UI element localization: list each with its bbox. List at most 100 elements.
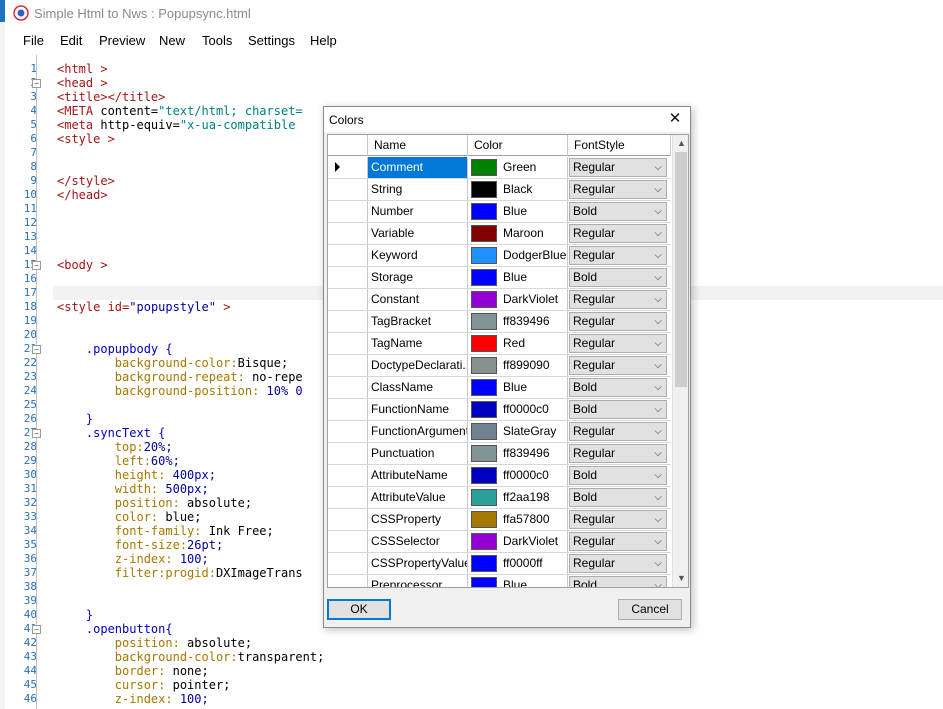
- close-icon[interactable]: ✕: [666, 110, 684, 128]
- name-cell[interactable]: AttributeValue: [368, 487, 468, 508]
- color-row[interactable]: Preprocessor Blue Bold ⌵: [328, 575, 671, 587]
- fontstyle-dropdown[interactable]: Regular ⌵: [569, 180, 667, 199]
- fontstyle-dropdown[interactable]: Regular ⌵: [569, 312, 667, 331]
- name-cell[interactable]: Variable: [368, 223, 468, 244]
- chevron-down-icon[interactable]: ⌵: [649, 181, 666, 198]
- color-swatch[interactable]: [471, 313, 497, 330]
- color-cell[interactable]: Blue: [468, 575, 568, 587]
- color-swatch[interactable]: [471, 379, 497, 396]
- color-swatch[interactable]: [471, 159, 497, 176]
- color-cell[interactable]: Blue: [468, 267, 568, 288]
- row-selector[interactable]: [328, 377, 368, 398]
- fontstyle-dropdown[interactable]: Regular ⌵: [569, 290, 667, 309]
- menu-edit[interactable]: Edit: [60, 33, 82, 48]
- color-cell[interactable]: ff839496: [468, 311, 568, 332]
- color-cell[interactable]: Blue: [468, 201, 568, 222]
- name-cell[interactable]: CSSSelector: [368, 531, 468, 552]
- row-selector[interactable]: [328, 443, 368, 464]
- menu-file[interactable]: File: [23, 33, 44, 48]
- fold-toggle-icon[interactable]: −: [32, 79, 41, 88]
- row-selector[interactable]: [328, 311, 368, 332]
- color-swatch[interactable]: [471, 247, 497, 264]
- color-row[interactable]: CSSProperty ffa57800 Regular ⌵: [328, 509, 671, 531]
- fold-toggle-icon[interactable]: −: [32, 345, 41, 354]
- color-row[interactable]: CSSPropertyValue ff0000ff Regular ⌵: [328, 553, 671, 575]
- row-selector[interactable]: [328, 245, 368, 266]
- color-cell[interactable]: ff899090: [468, 355, 568, 376]
- chevron-down-icon[interactable]: ⌵: [649, 511, 666, 528]
- color-row[interactable]: TagName Red Regular ⌵: [328, 333, 671, 355]
- color-cell[interactable]: Blue: [468, 377, 568, 398]
- color-cell[interactable]: DodgerBlue: [468, 245, 568, 266]
- column-header-name[interactable]: Name: [368, 135, 468, 156]
- color-row[interactable]: DoctypeDeclarati... ff899090 Regular ⌵: [328, 355, 671, 377]
- row-selector[interactable]: [328, 289, 368, 310]
- fontstyle-dropdown[interactable]: Regular ⌵: [569, 356, 667, 375]
- color-row[interactable]: TagBracket ff839496 Regular ⌵: [328, 311, 671, 333]
- fold-toggle-icon[interactable]: −: [32, 625, 41, 634]
- row-selector[interactable]: [328, 179, 368, 200]
- color-cell[interactable]: ff2aa198: [468, 487, 568, 508]
- row-selector[interactable]: [328, 223, 368, 244]
- name-cell[interactable]: FunctionArgument: [368, 421, 468, 442]
- fontstyle-dropdown[interactable]: Bold ⌵: [569, 202, 667, 221]
- ok-button[interactable]: OK: [327, 599, 391, 620]
- color-swatch[interactable]: [471, 489, 497, 506]
- chevron-down-icon[interactable]: ⌵: [649, 423, 666, 440]
- color-cell[interactable]: ff0000c0: [468, 399, 568, 420]
- name-cell[interactable]: DoctypeDeclarati...: [368, 355, 468, 376]
- fontstyle-dropdown[interactable]: Bold ⌵: [569, 466, 667, 485]
- color-swatch[interactable]: [471, 577, 497, 587]
- color-row[interactable]: Punctuation ff839496 Regular ⌵: [328, 443, 671, 465]
- name-cell[interactable]: Punctuation: [368, 443, 468, 464]
- color-swatch[interactable]: [471, 225, 497, 242]
- color-row[interactable]: Variable Maroon Regular ⌵: [328, 223, 671, 245]
- code-text[interactable]: <html > <head > <title></title> <META conte…: [57, 62, 324, 706]
- name-cell[interactable]: AttributeName: [368, 465, 468, 486]
- color-swatch[interactable]: [471, 511, 497, 528]
- name-cell[interactable]: Keyword: [368, 245, 468, 266]
- color-cell[interactable]: ff0000c0: [468, 465, 568, 486]
- menu-help[interactable]: Help: [310, 33, 337, 48]
- color-cell[interactable]: DarkViolet: [468, 531, 568, 552]
- row-selector[interactable]: [328, 355, 368, 376]
- name-cell[interactable]: Number: [368, 201, 468, 222]
- fontstyle-dropdown[interactable]: Regular ⌵: [569, 422, 667, 441]
- row-selector[interactable]: [328, 509, 368, 530]
- fontstyle-dropdown[interactable]: Bold ⌵: [569, 488, 667, 507]
- name-cell[interactable]: Comment: [368, 157, 468, 178]
- name-cell[interactable]: Storage: [368, 267, 468, 288]
- menu-new[interactable]: New: [159, 33, 185, 48]
- menu-tools[interactable]: Tools: [202, 33, 232, 48]
- color-row[interactable]: ClassName Blue Bold ⌵: [328, 377, 671, 399]
- name-cell[interactable]: ClassName: [368, 377, 468, 398]
- scroll-down-icon[interactable]: ▼: [673, 570, 688, 587]
- fontstyle-dropdown[interactable]: Bold ⌵: [569, 268, 667, 287]
- fontstyle-dropdown[interactable]: Regular ⌵: [569, 510, 667, 529]
- fontstyle-dropdown[interactable]: Regular ⌵: [569, 224, 667, 243]
- row-selector[interactable]: [328, 399, 368, 420]
- chevron-down-icon[interactable]: ⌵: [649, 225, 666, 242]
- row-selector[interactable]: [328, 553, 368, 574]
- column-header-color[interactable]: Color: [468, 135, 568, 156]
- color-cell[interactable]: ff0000ff: [468, 553, 568, 574]
- fontstyle-dropdown[interactable]: Regular ⌵: [569, 554, 667, 573]
- scroll-thumb[interactable]: [675, 152, 687, 387]
- fontstyle-dropdown[interactable]: Bold ⌵: [569, 400, 667, 419]
- row-selector[interactable]: [328, 531, 368, 552]
- color-swatch[interactable]: [471, 555, 497, 572]
- name-cell[interactable]: FunctionName: [368, 399, 468, 420]
- name-cell[interactable]: String: [368, 179, 468, 200]
- chevron-down-icon[interactable]: ⌵: [649, 203, 666, 220]
- grid-vertical-scrollbar[interactable]: ▲ ▼: [672, 135, 688, 587]
- chevron-down-icon[interactable]: ⌵: [649, 467, 666, 484]
- color-swatch[interactable]: [471, 181, 497, 198]
- chevron-down-icon[interactable]: ⌵: [649, 247, 666, 264]
- row-selector[interactable]: [328, 267, 368, 288]
- color-swatch[interactable]: [471, 533, 497, 550]
- name-cell[interactable]: Preprocessor: [368, 575, 468, 587]
- row-selector[interactable]: [328, 333, 368, 354]
- color-row[interactable]: FunctionArgument SlateGray Regular ⌵: [328, 421, 671, 443]
- row-selector[interactable]: [328, 201, 368, 222]
- fontstyle-dropdown[interactable]: Regular ⌵: [569, 532, 667, 551]
